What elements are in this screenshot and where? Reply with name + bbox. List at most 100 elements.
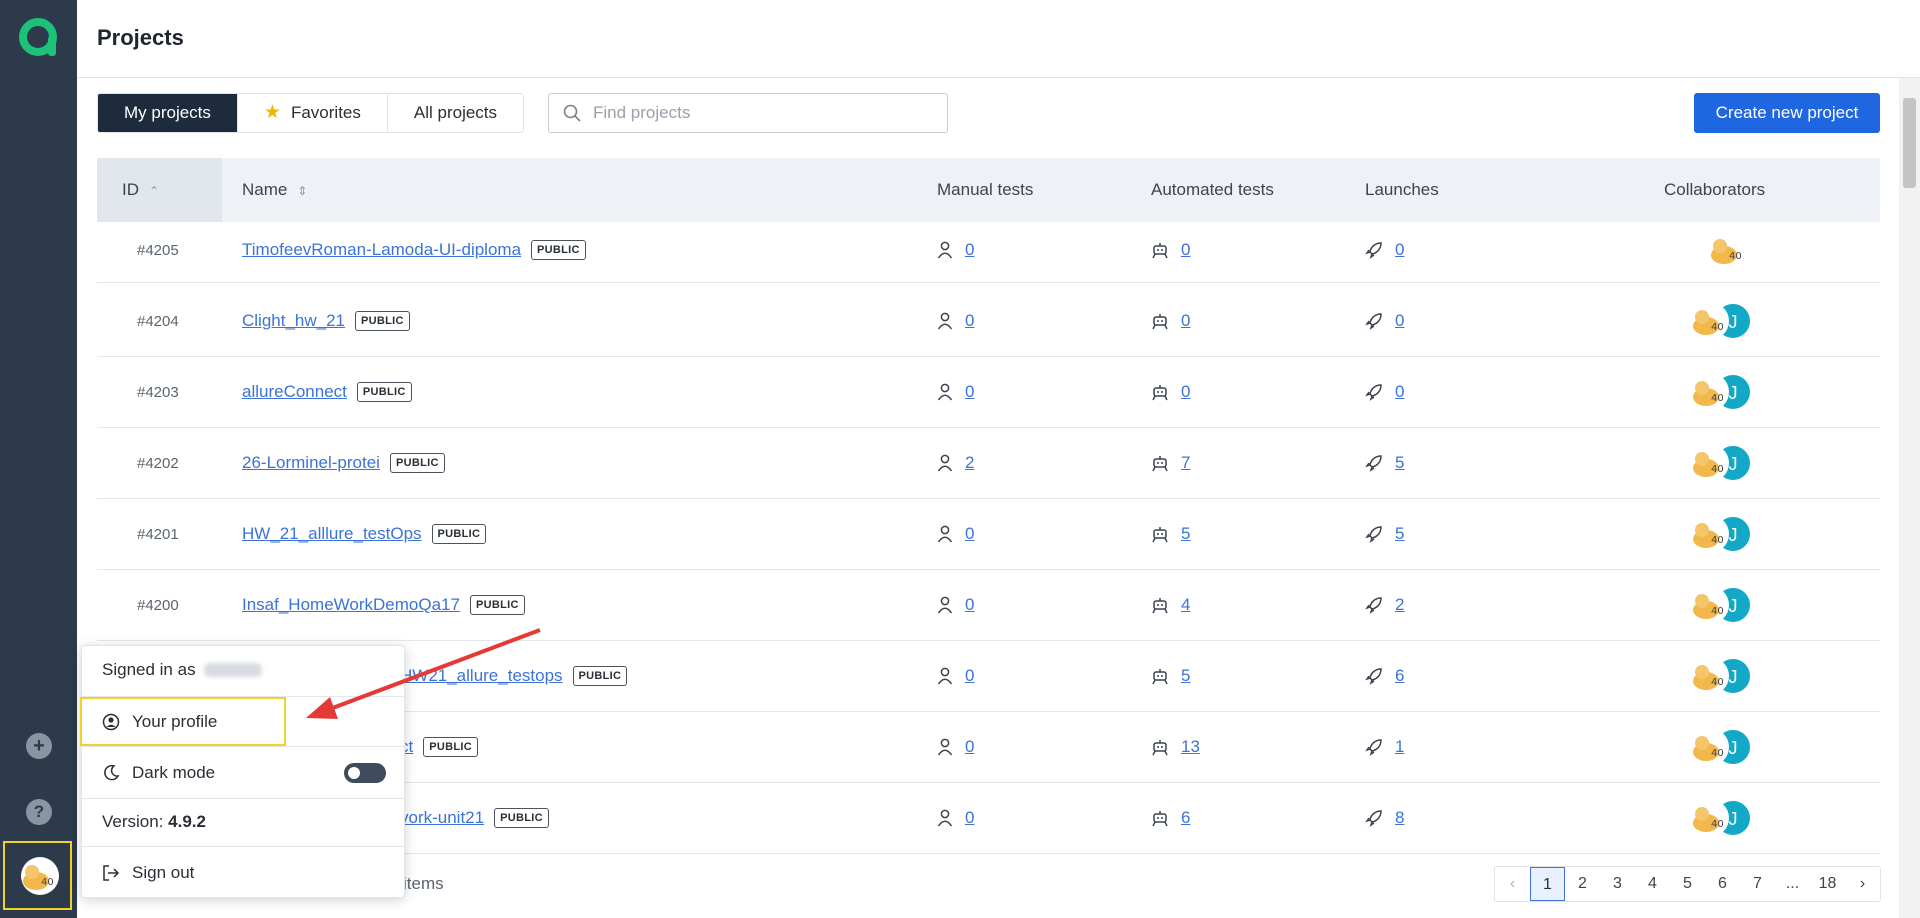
collaborator-avatar[interactable]: 40 — [1691, 728, 1729, 766]
collaborator-avatar[interactable]: 40 — [1691, 373, 1729, 411]
page-header: Projects — [77, 0, 1920, 78]
launches-link[interactable]: 0 — [1395, 240, 1404, 260]
manual-tests-cell: 0 — [937, 286, 974, 356]
launches-cell: 8 — [1365, 783, 1404, 853]
page-5[interactable]: 5 — [1670, 867, 1705, 901]
manual-tests-link[interactable]: 0 — [965, 311, 974, 331]
project-link[interactable]: 26-Lorminel-protei — [242, 453, 380, 473]
allure-logo-icon[interactable] — [17, 16, 59, 58]
manual-tests-link[interactable]: 0 — [965, 595, 974, 615]
automated-tests-link[interactable]: 5 — [1181, 524, 1190, 544]
automated-tests-link[interactable]: 0 — [1181, 240, 1190, 260]
manual-tests-cell: 0 — [937, 215, 974, 285]
table-row: #4202 26-Lorminel-protei PUBLIC 2 7 5 40 J — [97, 428, 1880, 499]
search-input[interactable] — [593, 103, 913, 123]
manual-tests-link[interactable]: 2 — [965, 453, 974, 473]
launches-link[interactable]: 8 — [1395, 808, 1404, 828]
automated-tests-link[interactable]: 7 — [1181, 453, 1190, 473]
public-badge: PUBLIC — [356, 382, 412, 402]
manual-tests-cell: 2 — [937, 428, 974, 498]
prev-page-button[interactable]: ‹ — [1495, 867, 1530, 901]
manual-tests-cell: 0 — [937, 570, 974, 640]
collaborator-avatar[interactable]: 40 — [1691, 302, 1729, 340]
collaborator-avatar[interactable]: 40 — [1691, 586, 1729, 624]
tab-favorites[interactable]: ★ Favorites — [237, 94, 388, 132]
public-badge: PUBLIC — [431, 524, 487, 544]
page-18[interactable]: 18 — [1810, 867, 1845, 901]
page-6[interactable]: 6 — [1705, 867, 1740, 901]
automated-tests-link[interactable]: 5 — [1181, 666, 1190, 686]
project-link[interactable]: HW_21_alllure_testOps — [242, 524, 422, 544]
help-icon[interactable]: ? — [26, 799, 52, 825]
launches-link[interactable]: 2 — [1395, 595, 1404, 615]
project-id: #4205 — [137, 241, 179, 259]
automated-tests-link[interactable]: 0 — [1181, 311, 1190, 331]
collaborator-avatar[interactable]: 40 — [1691, 515, 1729, 553]
project-link[interactable]: allureConnect — [242, 382, 347, 402]
scrollbar-thumb[interactable] — [1903, 98, 1916, 188]
page-4[interactable]: 4 — [1635, 867, 1670, 901]
svg-text:40: 40 — [1729, 251, 1742, 262]
page-1[interactable]: 1 — [1530, 867, 1565, 901]
star-icon: ★ — [263, 102, 281, 123]
tab-my-projects[interactable]: My projects — [98, 94, 238, 132]
svg-text:40: 40 — [1711, 322, 1724, 333]
launches-link[interactable]: 1 — [1395, 737, 1404, 757]
create-project-button[interactable]: Create new project — [1694, 93, 1880, 133]
manual-test-icon — [937, 383, 953, 401]
project-name-cell: HW21_allure_testops PUBLIC — [400, 641, 628, 711]
column-header-name[interactable]: Name ⇕ — [242, 158, 307, 222]
signed-in-label: Signed in as — [102, 660, 424, 680]
collaborators-cell: 40 J — [1691, 641, 1751, 711]
sign-out-item[interactable]: Sign out — [102, 858, 424, 888]
table-row: #4204 Clight_hw_21 PUBLIC 0 0 0 40 J — [97, 286, 1880, 357]
page-2[interactable]: 2 — [1565, 867, 1600, 901]
manual-tests-link[interactable]: 0 — [965, 737, 974, 757]
next-page-button[interactable]: › — [1845, 867, 1880, 901]
launches-link[interactable]: 5 — [1395, 453, 1404, 473]
search-box — [548, 93, 948, 133]
collaborator-avatar[interactable]: 40 — [1691, 444, 1729, 482]
manual-tests-link[interactable]: 0 — [965, 666, 974, 686]
manual-tests-link[interactable]: 0 — [965, 808, 974, 828]
launches-link[interactable]: 0 — [1395, 382, 1404, 402]
collaborators-cell: 40 J — [1691, 428, 1751, 498]
column-header-id[interactable]: ID ⌃ — [122, 158, 159, 222]
collaborator-avatar[interactable]: 40 — [1709, 231, 1747, 269]
user-avatar[interactable]: 40 — [21, 857, 59, 895]
public-badge: PUBLIC — [572, 666, 628, 686]
project-link[interactable]: Insaf_HomeWorkDemoQa17 — [242, 595, 460, 615]
automated-tests-link[interactable]: 6 — [1181, 808, 1190, 828]
launches-link[interactable]: 5 — [1395, 524, 1404, 544]
add-icon[interactable]: + — [26, 733, 52, 759]
public-badge: PUBLIC — [423, 737, 478, 757]
manual-tests-link[interactable]: 0 — [965, 524, 974, 544]
project-link[interactable]: Clight_hw_21 — [242, 311, 345, 331]
page-7[interactable]: 7 — [1740, 867, 1775, 901]
manual-test-icon — [937, 809, 953, 827]
manual-tests-link[interactable]: 0 — [965, 382, 974, 402]
table-row: #4205 TimofeevRoman-Lamoda-UI-diploma PUBL… — [97, 215, 1880, 283]
automated-tests-link[interactable]: 4 — [1181, 595, 1190, 615]
automated-tests-link[interactable]: 0 — [1181, 382, 1190, 402]
launches-cell: 2 — [1365, 570, 1404, 640]
scrollbar[interactable] — [1899, 78, 1920, 918]
dark-mode-toggle[interactable] — [344, 763, 386, 783]
tab-all-projects[interactable]: All projects — [387, 94, 524, 132]
launches-icon — [1365, 739, 1382, 756]
automated-test-icon — [1152, 243, 1168, 259]
launches-link[interactable]: 0 — [1395, 311, 1404, 331]
collaborator-avatar[interactable]: 40 — [1691, 657, 1729, 695]
manual-tests-link[interactable]: 0 — [965, 240, 974, 260]
project-name-cell: 26-Lorminel-protei PUBLIC — [242, 428, 445, 498]
automated-tests-link[interactable]: 13 — [1181, 737, 1200, 757]
project-link[interactable]: TimofeevRoman-Lamoda-UI-diploma — [242, 240, 521, 260]
page-3[interactable]: 3 — [1600, 867, 1635, 901]
launches-icon — [1365, 668, 1382, 685]
launches-link[interactable]: 6 — [1395, 666, 1404, 686]
avatar-highlight: 40 — [3, 841, 72, 910]
collaborator-avatar[interactable]: 40 — [1691, 799, 1729, 837]
project-link[interactable]: HW21_allure_testops — [400, 666, 563, 686]
collaborators-cell: 40 J — [1691, 286, 1751, 356]
automated-tests-cell: 7 — [1151, 428, 1190, 498]
